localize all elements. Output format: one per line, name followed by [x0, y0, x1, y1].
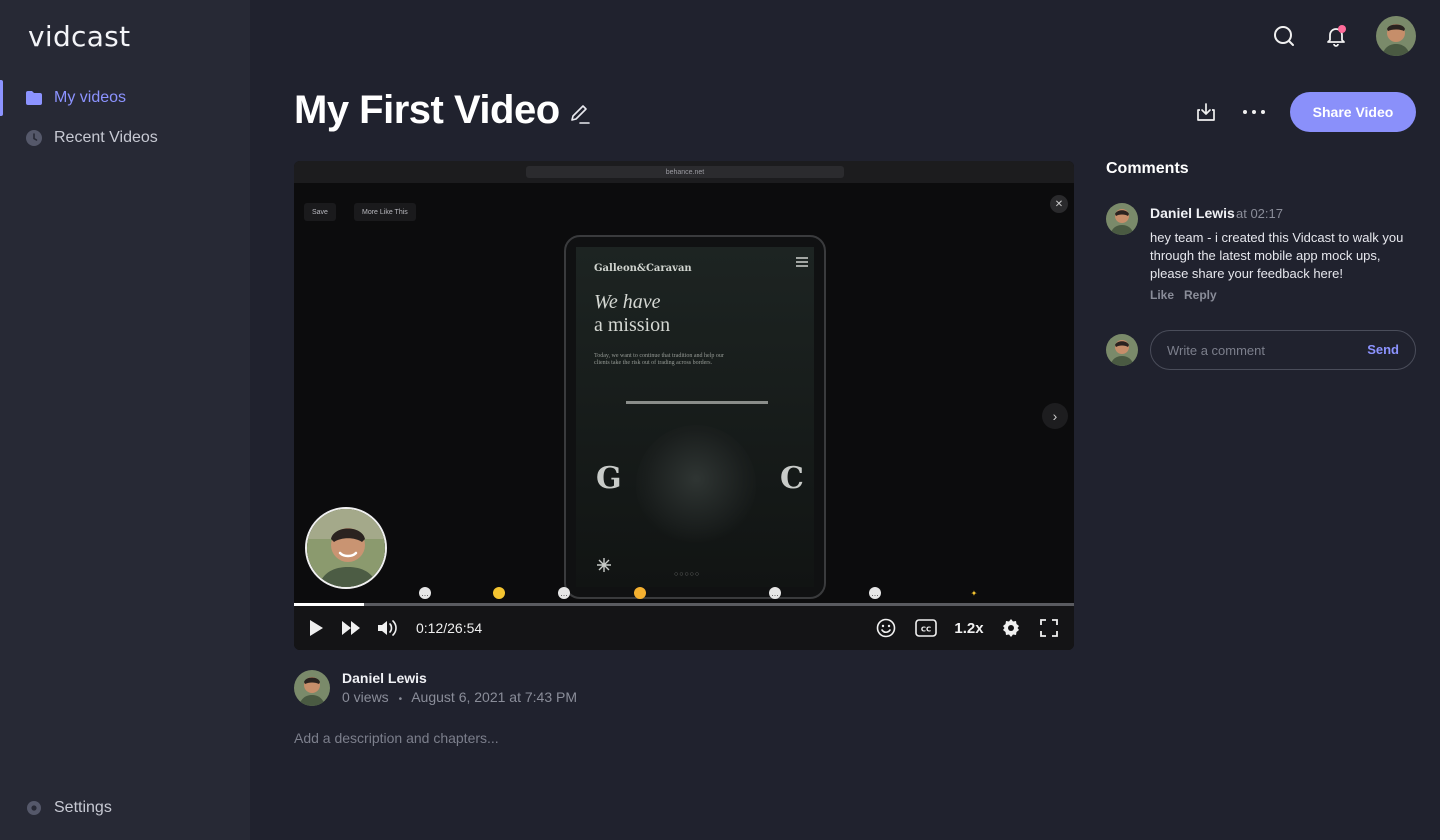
- emoji-surprised-icon[interactable]: [634, 587, 646, 599]
- comment-marker-icon[interactable]: …: [419, 587, 431, 599]
- closed-captions-icon: CC: [915, 619, 937, 637]
- playback-time: 0:12/26:54: [416, 620, 483, 636]
- menu-icon: [796, 257, 808, 267]
- chevron-right-icon: ›: [1042, 403, 1068, 429]
- more-options-button[interactable]: [1234, 92, 1274, 132]
- play-icon: [310, 620, 323, 636]
- smiley-icon: [876, 618, 896, 638]
- bell-icon: [1327, 25, 1346, 47]
- user-avatar[interactable]: [1376, 16, 1416, 56]
- author-avatar: [294, 670, 330, 706]
- sidebar-item-label: Recent Videos: [54, 129, 158, 146]
- playback-speed-button[interactable]: 1.2x: [952, 606, 986, 650]
- vidcast-logo[interactable]: vidcast: [28, 20, 130, 53]
- volume-icon: [378, 620, 397, 636]
- sidebar: vidcast My videos Recent Videos Settings: [0, 0, 250, 840]
- download-button[interactable]: [1186, 92, 1226, 132]
- recorded-headline: We have a mission: [594, 291, 670, 337]
- fullscreen-icon: [1040, 619, 1058, 637]
- recorded-more-chip: More Like This: [354, 203, 416, 221]
- separator-dot: •: [398, 694, 403, 705]
- description-field[interactable]: Add a description and chapters...: [294, 730, 499, 746]
- carousel-dots: ○○○○○: [674, 571, 701, 578]
- sidebar-item-settings[interactable]: Settings: [24, 798, 112, 818]
- ellipsis-icon: [1243, 110, 1265, 114]
- commenter-avatar: [1106, 203, 1138, 235]
- comment-marker-icon[interactable]: …: [869, 587, 881, 599]
- comment-text: hey team - i created this Vidcast to wal…: [1150, 230, 1404, 281]
- fast-forward-button[interactable]: [338, 606, 364, 650]
- send-comment-button[interactable]: Send: [1367, 342, 1399, 357]
- emoji-smile-icon[interactable]: [493, 587, 505, 599]
- player-controls: 0:12/26:54 CC 1.2x: [294, 606, 1074, 650]
- recorded-brand: Galleon&Caravan: [594, 263, 692, 274]
- comment-author[interactable]: Daniel Lewis: [1150, 205, 1235, 221]
- headline-line-2: a mission: [594, 314, 671, 336]
- svg-text:CC: CC: [921, 626, 931, 634]
- sidebar-item-my-videos[interactable]: My videos: [0, 80, 250, 116]
- search-icon: [1274, 26, 1294, 46]
- edit-title-button[interactable]: [568, 102, 592, 126]
- player-settings-button[interactable]: [1000, 606, 1022, 650]
- video-player[interactable]: behance.net Save More Like This ✕ Galleo…: [294, 161, 1074, 650]
- recorded-url-bar: behance.net: [526, 166, 844, 178]
- fast-forward-icon: [342, 621, 360, 635]
- gear-icon: [24, 798, 44, 818]
- snowflake-icon: [597, 558, 611, 572]
- volume-button[interactable]: [374, 606, 400, 650]
- page-title: My First Video: [294, 88, 560, 132]
- comment-timestamp[interactable]: at 02:17: [1236, 206, 1283, 221]
- comments-heading: Comments: [1106, 160, 1189, 177]
- recorded-tablet-screen: Galleon&Caravan We have a mission Today,…: [576, 247, 814, 587]
- share-video-button[interactable]: Share Video: [1290, 92, 1416, 132]
- upload-date: August 6, 2021 at 7:43 PM: [411, 689, 577, 705]
- fullscreen-button[interactable]: [1038, 606, 1060, 650]
- view-count: 0 views: [342, 689, 389, 705]
- comment-reply-button[interactable]: Reply: [1184, 288, 1217, 302]
- recorded-slider-line: [626, 401, 768, 404]
- comment-marker-icon[interactable]: …: [769, 587, 781, 599]
- recorded-letter-left: G: [596, 461, 622, 496]
- captions-button[interactable]: CC: [914, 606, 938, 650]
- comment-composer: Send: [1150, 330, 1416, 370]
- recorded-letter-right: C: [780, 461, 804, 496]
- comment-input[interactable]: [1167, 331, 1357, 369]
- download-icon: [1197, 103, 1215, 121]
- party-popper-icon[interactable]: ✦: [968, 587, 980, 599]
- author-name[interactable]: Daniel Lewis: [342, 670, 427, 686]
- comment-like-button[interactable]: Like: [1150, 288, 1174, 302]
- settings-label: Settings: [54, 799, 112, 816]
- webcam-bubble[interactable]: [305, 507, 387, 589]
- headline-line-1: We have: [594, 291, 661, 313]
- search-button[interactable]: [1264, 16, 1304, 56]
- recorded-blurb: Today, we want to continue that traditio…: [594, 353, 724, 366]
- gear-icon: [1003, 619, 1019, 637]
- reactions-button[interactable]: [874, 606, 898, 650]
- notifications-button[interactable]: [1316, 16, 1356, 56]
- recorded-browser-bar: behance.net: [294, 161, 1074, 183]
- video-meta: 0 views • August 6, 2021 at 7:43 PM: [342, 689, 577, 705]
- recorded-save-chip: Save: [304, 203, 336, 221]
- close-icon: ✕: [1050, 195, 1068, 213]
- pencil-icon: [571, 105, 590, 124]
- bull-image: [636, 425, 756, 545]
- sidebar-item-label: My videos: [54, 89, 127, 106]
- folder-icon: [24, 88, 44, 108]
- comment-marker-icon[interactable]: …: [558, 587, 570, 599]
- clock-icon: [24, 128, 44, 148]
- recorded-tablet: Galleon&Caravan We have a mission Today,…: [564, 235, 826, 599]
- current-user-avatar: [1106, 334, 1138, 366]
- play-button[interactable]: [304, 606, 328, 650]
- sidebar-item-recent-videos[interactable]: Recent Videos: [0, 120, 250, 156]
